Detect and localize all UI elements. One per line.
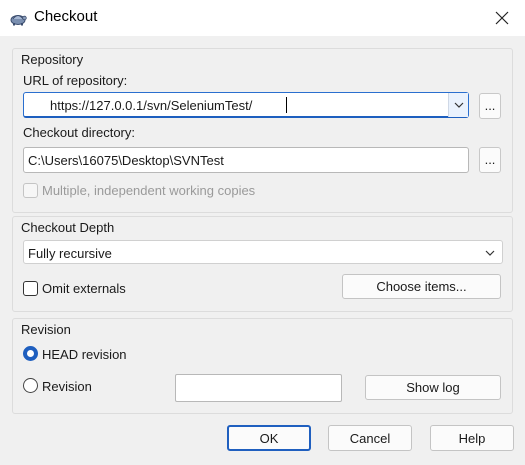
- depth-select[interactable]: Fully recursive: [23, 240, 503, 264]
- chevron-down-icon: [485, 250, 495, 256]
- checkout-dir-input[interactable]: C:\Users\16075\Desktop\SVNTest: [28, 153, 224, 168]
- chevron-down-icon: [454, 102, 463, 108]
- url-label: URL of repository:: [23, 73, 128, 88]
- repository-group-label: Repository: [21, 52, 84, 67]
- head-revision-label: HEAD revision: [42, 347, 127, 362]
- checkout-dir-label: Checkout directory:: [23, 125, 135, 140]
- checkout-depth-group-label: Checkout Depth: [21, 220, 115, 235]
- close-icon: [495, 11, 509, 25]
- tortoise-svn-icon: [10, 15, 27, 26]
- revision-input[interactable]: [175, 374, 342, 402]
- revision-radio[interactable]: [23, 378, 38, 393]
- title-bar: Checkout: [0, 0, 525, 36]
- multiple-copies-checkbox[interactable]: [23, 183, 38, 198]
- ok-button[interactable]: OK: [227, 425, 311, 451]
- revision-group-label: Revision: [21, 322, 71, 337]
- close-button[interactable]: [485, 2, 519, 34]
- multiple-copies-label: Multiple, independent working copies: [42, 183, 256, 198]
- depth-select-value: Fully recursive: [28, 246, 112, 261]
- url-input[interactable]: https://127.0.0.1/svn/SeleniumTest/: [50, 98, 252, 113]
- choose-items-button[interactable]: Choose items...: [342, 274, 501, 299]
- url-dropdown-button[interactable]: [448, 93, 468, 117]
- text-caret: [286, 97, 287, 113]
- window-title: Checkout: [34, 8, 98, 25]
- revision-label: Revision: [42, 379, 92, 394]
- url-combobox[interactable]: https://127.0.0.1/svn/SeleniumTest/: [23, 92, 469, 118]
- checkout-dir-field[interactable]: C:\Users\16075\Desktop\SVNTest: [23, 147, 469, 173]
- omit-externals-checkbox[interactable]: [23, 281, 38, 296]
- cancel-button[interactable]: Cancel: [328, 425, 412, 451]
- show-log-button[interactable]: Show log: [365, 375, 501, 400]
- browse-url-button[interactable]: ...: [479, 93, 501, 119]
- head-revision-radio[interactable]: [23, 346, 38, 361]
- omit-externals-label: Omit externals: [42, 281, 126, 296]
- help-button[interactable]: Help: [430, 425, 514, 451]
- browse-dir-button[interactable]: ...: [479, 147, 501, 173]
